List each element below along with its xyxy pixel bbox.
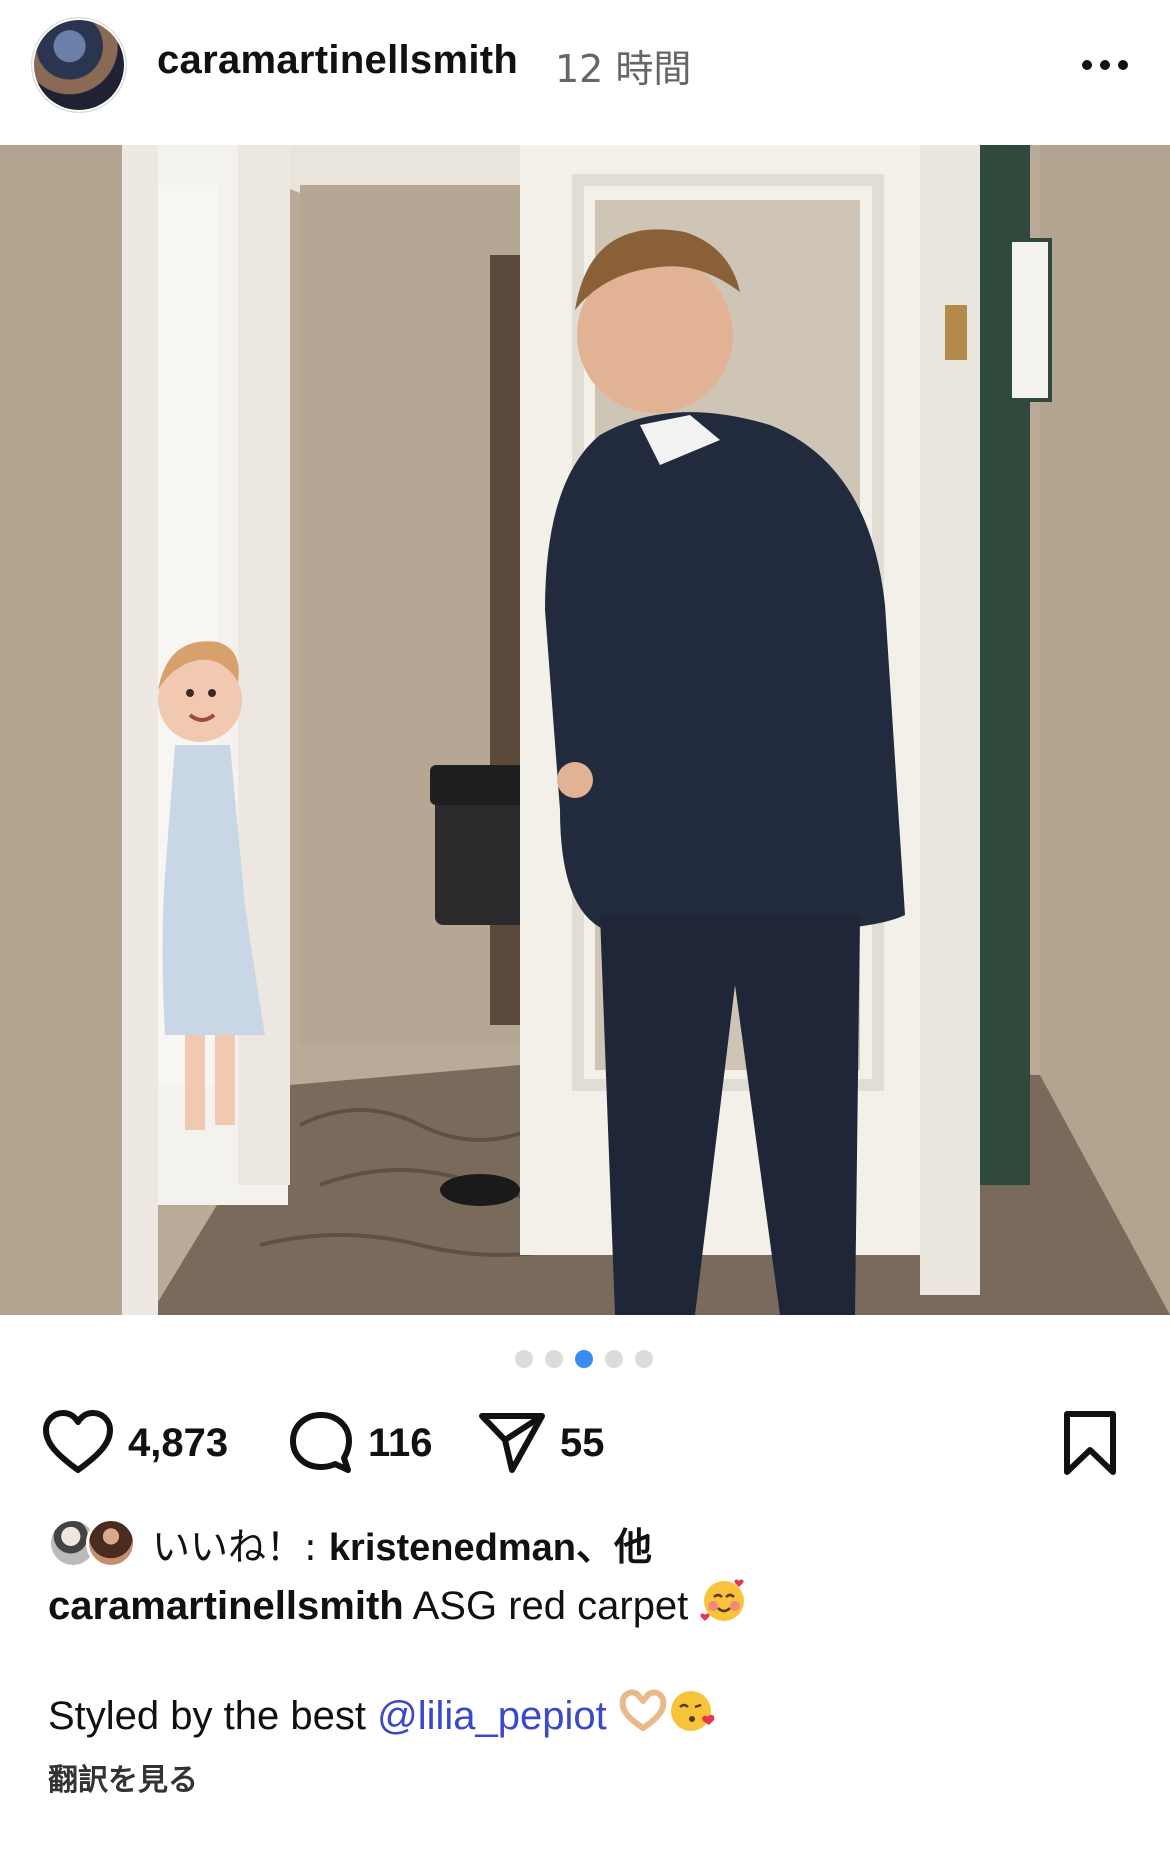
liked-by-row[interactable]: いいね！: kristenedman、他 <box>48 1515 652 1571</box>
heart-icon <box>43 1410 113 1473</box>
carousel-dot <box>635 1350 653 1368</box>
username[interactable]: caramartinellsmith <box>157 38 518 83</box>
post-caption-line2: Styled by the best @lilia_pepiot <box>48 1685 1128 1752</box>
carousel-indicator <box>515 1350 655 1370</box>
face-blowing-kiss-emoji-icon <box>668 1685 718 1752</box>
carousel-dot <box>605 1350 623 1368</box>
caption2-text: Styled by the best <box>48 1694 378 1739</box>
more-options-button[interactable] <box>1075 40 1135 90</box>
post-header: caramartinellsmith 12 時間 <box>0 0 1170 145</box>
save-button[interactable] <box>1062 1408 1118 1478</box>
caption-username[interactable]: caramartinellsmith <box>48 1584 404 1628</box>
heart-hands-emoji-icon <box>618 1688 668 1749</box>
photo-illustration <box>0 145 1170 1315</box>
comment-button[interactable]: 116 <box>288 1408 433 1478</box>
liked-by-text: いいね！: kristenedman、他 <box>152 1516 652 1571</box>
liked-by-user[interactable]: kristenedman <box>329 1527 576 1569</box>
share-count: 55 <box>560 1420 605 1465</box>
post-photo[interactable] <box>0 145 1170 1315</box>
mention-link[interactable]: @lilia_pepiot <box>377 1694 607 1738</box>
liker-avatar <box>86 1518 136 1568</box>
comment-count: 116 <box>368 1420 433 1465</box>
post-caption: caramartinellsmith ASG red carpet <box>48 1575 1128 1642</box>
like-count: 4,873 <box>128 1420 229 1465</box>
see-translation-link[interactable]: 翻訳を見る <box>48 1755 198 1799</box>
liked-by-suffix[interactable]: 、他 <box>576 1527 652 1569</box>
like-button[interactable]: 4,873 <box>42 1408 228 1478</box>
caption-text: ASG red carpet <box>403 1584 700 1629</box>
send-paper-plane-icon <box>479 1413 545 1473</box>
carousel-dot-active <box>575 1350 593 1368</box>
bookmark-icon <box>1064 1411 1116 1475</box>
more-horizontal-icon <box>1082 60 1128 70</box>
share-button[interactable]: 55 <box>478 1408 605 1478</box>
post-time: 12 時間 <box>555 47 692 91</box>
action-bar: 4,873 116 55 <box>0 1400 1170 1490</box>
smiling-hearts-emoji-icon <box>699 1575 749 1642</box>
comment-bubble-icon <box>290 1412 352 1473</box>
carousel-dot <box>515 1350 533 1368</box>
profile-avatar[interactable] <box>32 18 126 112</box>
carousel-dot <box>545 1350 563 1368</box>
liked-by-prefix: いいね！: <box>152 1524 329 1569</box>
